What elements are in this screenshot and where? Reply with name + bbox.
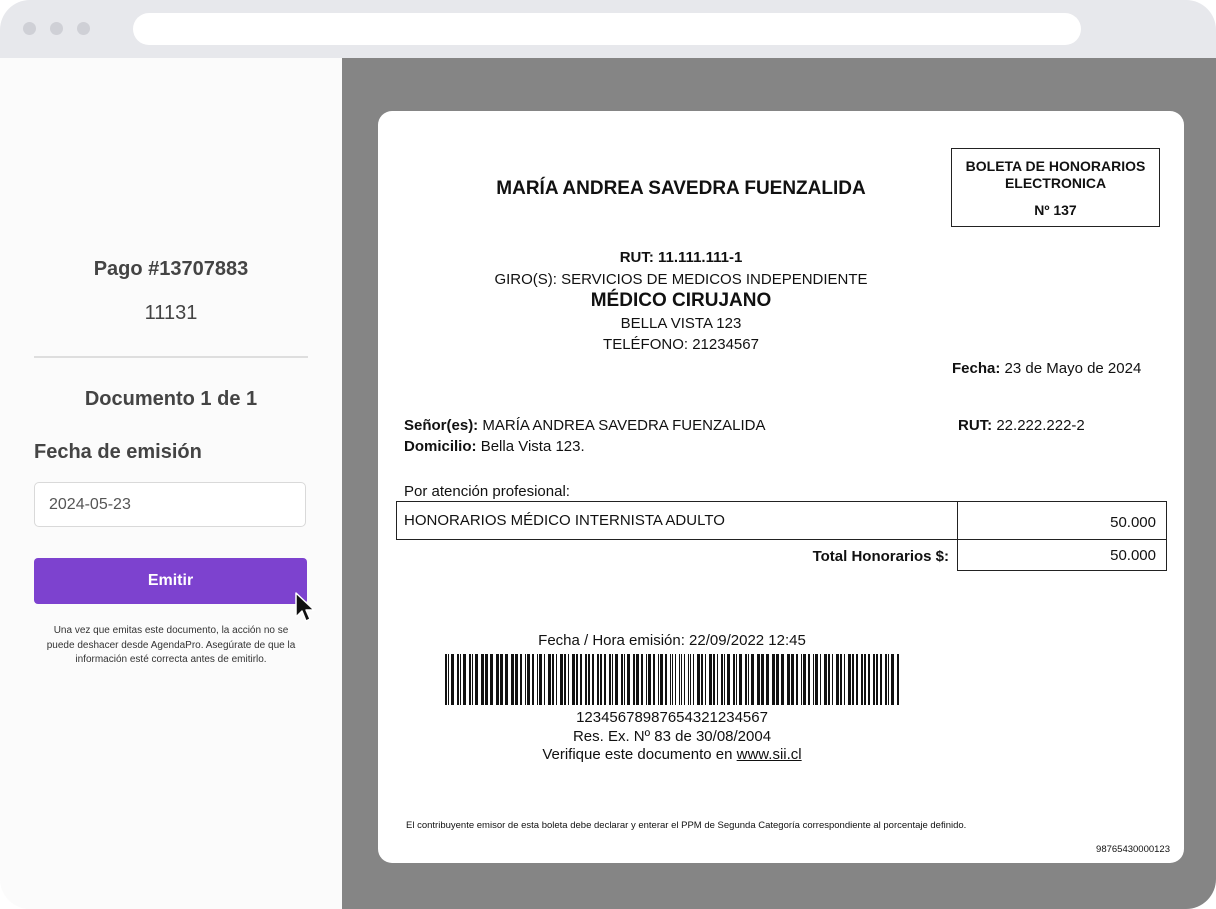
service-item-amount: 50.000 bbox=[957, 501, 1167, 540]
payment-number: 11131 bbox=[144, 302, 198, 324]
verify-text: Verifique este documento en bbox=[542, 746, 733, 763]
issuer-name: MARÍA ANDREA SAVEDRA FUENZALIDA bbox=[496, 178, 866, 199]
date-label: Fecha: bbox=[952, 360, 1001, 377]
issue-date-input[interactable] bbox=[34, 482, 306, 527]
issuer-rut: RUT: 11.111.111-1 bbox=[619, 249, 743, 266]
document-type-line2: ELECTRONICA bbox=[1004, 175, 1107, 191]
window-minimize-dot-icon[interactable] bbox=[50, 22, 63, 35]
divider bbox=[34, 356, 308, 358]
recipient-name: Señor(es): MARÍA ANDREA SAVEDRA FUENZALI… bbox=[404, 417, 766, 434]
document-type-line1: BOLETA DE HONORARIOS bbox=[965, 158, 1146, 174]
mouse-pointer-icon bbox=[295, 592, 315, 622]
total-label: Total Honorarios $: bbox=[812, 548, 949, 565]
title-bar bbox=[0, 0, 1216, 58]
document-number: Nº 137 bbox=[1034, 202, 1077, 218]
resolution: Res. Ex. Nº 83 de 30/08/2004 bbox=[572, 728, 772, 745]
service-caption: Por atención profesional: bbox=[404, 483, 570, 500]
address-bar[interactable] bbox=[133, 13, 1081, 45]
recipient-rut-value: 22.222.222-2 bbox=[996, 417, 1085, 434]
date-value: 23 de Mayo de 2024 bbox=[1004, 360, 1142, 377]
issue-date-label: Fecha de emisión bbox=[34, 441, 202, 463]
address-value: Bella Vista 123. bbox=[480, 438, 585, 455]
recipient-value: MARÍA ANDREA SAVEDRA FUENZALIDA bbox=[482, 417, 766, 434]
issuer-phone: TELÉFONO: 21234567 bbox=[603, 336, 759, 353]
sii-link[interactable]: www.sii.cl bbox=[737, 746, 802, 763]
issuer-profession: MÉDICO CIRUJANO bbox=[590, 290, 772, 311]
document-type-box: BOLETA DE HONORARIOS ELECTRONICA Nº 137 bbox=[951, 148, 1160, 227]
emission-sidebar: Pago #13707883 11131 Documento 1 de 1 Fe… bbox=[0, 58, 342, 909]
address-label: Domicilio: bbox=[404, 438, 477, 455]
recipient-rut: RUT: 22.222.222-2 bbox=[958, 417, 1085, 434]
footer-code: 98765430000123 bbox=[1096, 844, 1170, 855]
payment-title: Pago #13707883 bbox=[93, 258, 249, 280]
emission-timestamp: Fecha / Hora emisión: 22/09/2022 12:45 bbox=[538, 632, 806, 649]
barcode bbox=[445, 654, 899, 705]
recipient-rut-label: RUT: bbox=[958, 417, 993, 434]
verify-line: Verifique este documento en www.sii.cl bbox=[378, 746, 966, 763]
recipient-label: Señor(es): bbox=[404, 417, 479, 434]
document-counter: Documento 1 de 1 bbox=[84, 388, 258, 410]
emit-button[interactable]: Emitir bbox=[34, 558, 307, 604]
footer-note: El contribuyente emisor de esta boleta d… bbox=[406, 820, 967, 831]
window-close-dot-icon[interactable] bbox=[23, 22, 36, 35]
recipient-address: Domicilio: Bella Vista 123. bbox=[404, 438, 585, 455]
issuer-giro: GIRO(S): SERVICIOS DE MEDICOS INDEPENDIE… bbox=[494, 271, 868, 288]
issuer-address: BELLA VISTA 123 bbox=[620, 315, 742, 332]
irreversible-warning: Una vez que emitas este documento, la ac… bbox=[46, 625, 296, 665]
barcode-number: 12345678987654321234567 bbox=[576, 709, 768, 726]
document-date: Fecha: 23 de Mayo de 2024 bbox=[952, 360, 1141, 377]
browser-window: Pago #13707883 11131 Documento 1 de 1 Fe… bbox=[0, 0, 1216, 909]
total-amount: 50.000 bbox=[957, 539, 1167, 571]
window-maximize-dot-icon[interactable] bbox=[77, 22, 90, 35]
boleta-document: MARÍA ANDREA SAVEDRA FUENZALIDA BOLETA D… bbox=[378, 111, 1184, 863]
service-item-description: HONORARIOS MÉDICO INTERNISTA ADULTO bbox=[396, 501, 958, 540]
